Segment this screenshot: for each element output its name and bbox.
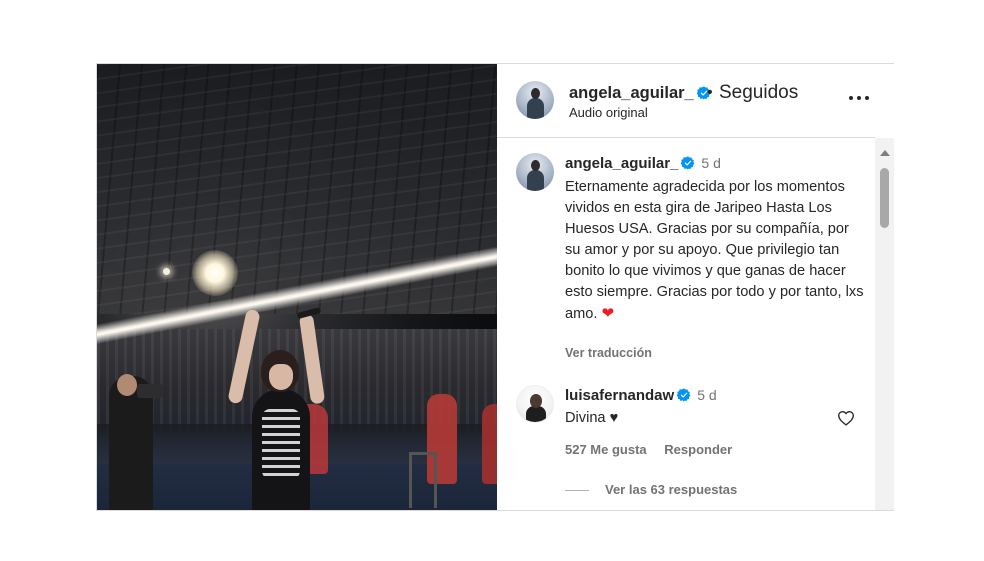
header-separator: • bbox=[707, 84, 713, 101]
skeleton-costume bbox=[262, 409, 300, 479]
verified-badge-icon bbox=[681, 156, 695, 170]
cameraman-head bbox=[117, 374, 137, 396]
verified-badge-icon bbox=[677, 388, 691, 402]
comment-text: Divina ♥ bbox=[565, 410, 619, 426]
comment-username[interactable]: luisafernandaw 5 d bbox=[565, 387, 717, 404]
instagram-post: angela_aguilar_ • Seguidos Audio origina… bbox=[96, 63, 894, 511]
avatar[interactable] bbox=[516, 153, 554, 191]
header-username[interactable]: angela_aguilar_ bbox=[569, 84, 711, 103]
red-heart-emoji: ❤ bbox=[601, 305, 615, 322]
scrollbar[interactable] bbox=[875, 138, 894, 510]
scrollbar-thumb[interactable] bbox=[880, 168, 889, 228]
avatar-figure bbox=[526, 406, 546, 422]
post-video[interactable] bbox=[97, 64, 497, 510]
comment-username-text[interactable]: luisafernandaw bbox=[565, 387, 674, 404]
reply-button[interactable]: Responder bbox=[664, 442, 732, 457]
caption-text: Eternamente agradecida por los momentos … bbox=[565, 177, 865, 325]
caption-username[interactable]: angela_aguilar_ 5 d bbox=[565, 155, 721, 172]
dot bbox=[849, 96, 853, 100]
comment-meta: 527 Me gusta Responder bbox=[565, 442, 746, 457]
dot bbox=[857, 96, 861, 100]
caption-time[interactable]: 5 d bbox=[701, 155, 720, 171]
staff-figure bbox=[482, 404, 497, 484]
avatar-figure-head bbox=[531, 88, 540, 99]
post-details-panel: angela_aguilar_ • Seguidos Audio origina… bbox=[497, 64, 894, 510]
replies-line bbox=[565, 490, 589, 492]
post-header: angela_aguilar_ • Seguidos Audio origina… bbox=[497, 64, 875, 138]
following-button[interactable]: Seguidos bbox=[719, 82, 798, 104]
singer-face bbox=[269, 364, 293, 390]
folding-chair bbox=[409, 452, 437, 508]
avatar-figure-head bbox=[530, 394, 542, 408]
avatar-figure bbox=[527, 170, 544, 191]
video-camera bbox=[137, 384, 163, 398]
caption-username-text[interactable]: angela_aguilar_ bbox=[565, 155, 678, 172]
avatar[interactable] bbox=[516, 81, 554, 119]
audio-link[interactable]: Audio original bbox=[569, 105, 648, 120]
small-light bbox=[163, 268, 170, 275]
scroll-up-arrow-icon[interactable] bbox=[880, 150, 890, 156]
heart-outline-icon[interactable] bbox=[837, 410, 855, 426]
header-username-text[interactable]: angela_aguilar_ bbox=[569, 84, 694, 102]
view-replies-label[interactable]: Ver las 63 respuestas bbox=[605, 482, 737, 497]
spotlight bbox=[192, 250, 238, 296]
avatar-figure bbox=[527, 98, 544, 119]
comment-likes[interactable]: 527 Me gusta bbox=[565, 442, 647, 457]
comment-time[interactable]: 5 d bbox=[697, 387, 716, 403]
dot bbox=[865, 96, 869, 100]
more-options-icon[interactable] bbox=[847, 88, 871, 108]
see-translation-link[interactable]: Ver traducción bbox=[565, 346, 652, 360]
avatar-figure-head bbox=[531, 160, 540, 171]
view-replies-button[interactable]: Ver las 63 respuestas bbox=[565, 482, 737, 497]
caption-body: Eternamente agradecida por los momentos … bbox=[565, 179, 864, 322]
avatar[interactable] bbox=[516, 385, 554, 423]
